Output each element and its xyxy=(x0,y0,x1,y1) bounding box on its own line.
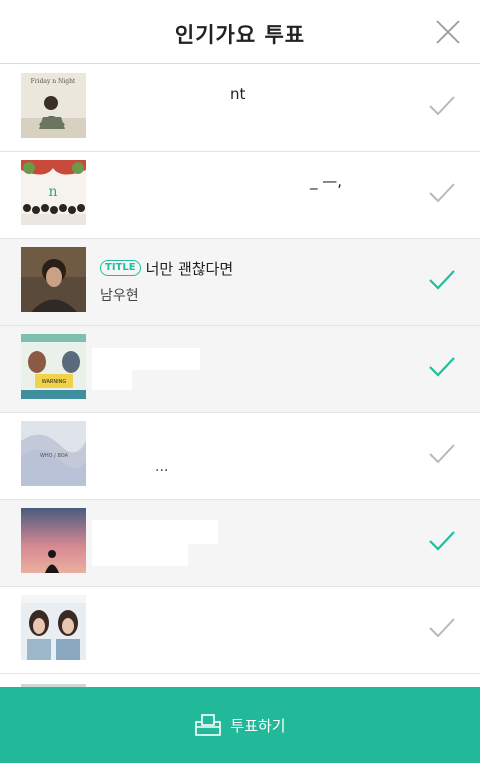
song-info: ... xyxy=(100,431,410,477)
song-artist xyxy=(100,111,410,129)
close-icon[interactable] xyxy=(434,18,462,46)
album-art: WARNING xyxy=(21,334,86,399)
album-text: Friday n Night xyxy=(31,78,76,85)
song-info: nt xyxy=(100,83,410,129)
song-artist xyxy=(100,198,410,216)
song-list: Friday n Night nt n _ —, TITLE 너만 괜찮다면 남… xyxy=(0,65,480,687)
redaction-mask xyxy=(92,370,132,390)
vote-button-label: 투표하기 xyxy=(230,716,286,735)
album-text: WARNING xyxy=(42,379,67,385)
song-artist xyxy=(100,372,410,390)
album-art xyxy=(21,247,86,312)
album-art: Friday n Night xyxy=(21,73,86,138)
song-row[interactable]: WHO / BOA ... xyxy=(0,413,480,500)
song-artist: 남우현 xyxy=(100,288,139,304)
check-icon[interactable] xyxy=(428,616,456,640)
album-art xyxy=(21,595,86,660)
song-row[interactable]: WARNING xyxy=(0,326,480,413)
album-text: WHO / BOA xyxy=(40,453,69,459)
song-info xyxy=(100,605,410,651)
redaction-mask xyxy=(92,348,200,370)
song-artist xyxy=(100,633,410,651)
redaction-mask xyxy=(92,544,188,566)
check-icon[interactable] xyxy=(428,355,456,379)
check-icon[interactable] xyxy=(428,94,456,118)
check-icon[interactable] xyxy=(428,181,456,205)
song-row[interactable] xyxy=(0,587,480,674)
header: 인기가요 투표 xyxy=(0,0,480,64)
album-art xyxy=(21,508,86,573)
song-info: TITLE 너만 괜찮다면 남우현 xyxy=(100,257,410,304)
song-info: _ —, xyxy=(100,170,410,216)
vote-button[interactable]: 투표하기 xyxy=(0,687,480,763)
album-art: n xyxy=(21,160,86,225)
album-art: WHO / BOA xyxy=(21,421,86,486)
page-title: 인기가요 투표 xyxy=(174,22,306,47)
title-badge: TITLE xyxy=(100,260,141,276)
song-row[interactable] xyxy=(0,674,480,687)
song-artist: ... xyxy=(155,459,169,475)
redaction-mask xyxy=(92,520,218,544)
song-title: _ —, xyxy=(310,172,343,190)
ballot-box-icon xyxy=(194,713,222,737)
song-row[interactable]: n _ —, xyxy=(0,152,480,239)
check-icon[interactable] xyxy=(428,268,456,292)
song-row[interactable] xyxy=(0,500,480,587)
check-icon[interactable] xyxy=(428,529,456,553)
song-title: 너만 괜찮다면 xyxy=(145,259,234,278)
song-title: nt xyxy=(230,85,246,103)
song-row[interactable]: TITLE 너만 괜찮다면 남우현 xyxy=(0,239,480,326)
check-icon[interactable] xyxy=(428,442,456,466)
song-row[interactable]: Friday n Night nt xyxy=(0,65,480,152)
svg-text:n: n xyxy=(48,184,57,200)
